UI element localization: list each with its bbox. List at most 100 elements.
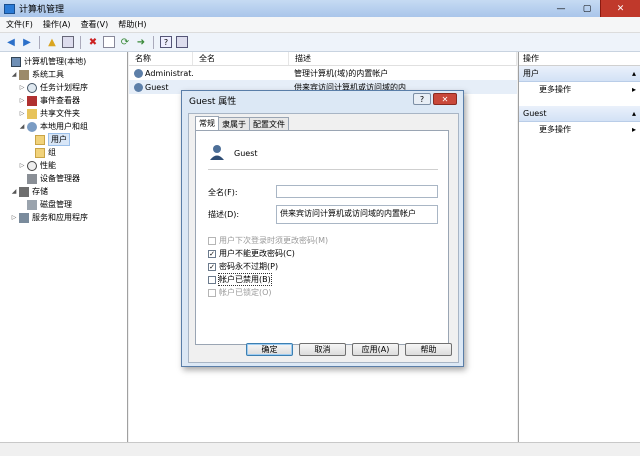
tab-general[interactable]: 常规 (195, 116, 219, 130)
tree-item-computer-management[interactable]: 计算机管理(本地) (0, 55, 127, 68)
refresh-icon[interactable]: ⟳ (119, 36, 131, 48)
window-controls: — ▢ ✕ (548, 0, 640, 17)
help-button[interactable]: 帮助 (405, 343, 452, 356)
tree-item-label: 磁盘管理 (40, 200, 72, 209)
expander[interactable]: ◢ (18, 123, 26, 130)
show-hide-tree-icon[interactable] (62, 36, 74, 48)
disk-icon (27, 199, 37, 210)
checkbox-cannot-change-password[interactable]: ✓ 用户不能更改密码(C) (208, 248, 295, 259)
tree-item-label: 组 (48, 148, 56, 157)
tree-item-shared-folders[interactable]: ▷ 共享文件夹 (0, 107, 127, 120)
expander[interactable]: ▷ (10, 214, 18, 221)
dialog-tabs: 常规 隶属于 配置文件 (195, 116, 289, 130)
checkbox-box[interactable] (208, 236, 216, 245)
tree-item-event-viewer[interactable]: ▷ 事件查看器 (0, 94, 127, 107)
column-header-fullname[interactable]: 全名 (193, 52, 289, 65)
expander[interactable]: ▷ (18, 84, 26, 91)
section-title: 用户 (523, 69, 539, 78)
fullname-input[interactable] (276, 185, 438, 198)
tree-item-label: 性能 (40, 161, 56, 170)
expander[interactable]: ▷ (18, 97, 26, 104)
divider (208, 169, 438, 170)
column-header-description[interactable]: 描述 (289, 52, 517, 65)
tree-item-groups[interactable]: 组 (0, 146, 127, 159)
tree-item-system-tools[interactable]: ◢ 系统工具 (0, 68, 127, 81)
expander[interactable]: ▷ (18, 110, 26, 117)
tree-item-users[interactable]: 用户 (0, 133, 127, 146)
column-header-name[interactable]: 名称 (129, 52, 193, 65)
actions-header: 操作 (519, 52, 640, 66)
forward-arrow-icon[interactable]: ▶ (21, 36, 33, 48)
properties-icon[interactable] (103, 36, 115, 48)
title-bar: 计算机管理 — ▢ ✕ (0, 0, 640, 17)
menu-file[interactable]: 文件(F) (6, 19, 33, 30)
menu-bar: 文件(F) 操作(A) 查看(V) 帮助(H) (0, 17, 640, 33)
fullname-label: 全名(F): (208, 188, 238, 197)
more-actions-users[interactable]: 更多操作 ▸ (519, 82, 640, 96)
toolbar-separator (153, 35, 154, 49)
help-icon[interactable]: ? (160, 36, 172, 48)
chevron-right-icon: ▸ (631, 84, 636, 94)
actions-pane: 操作 用户 ▴ 更多操作 ▸ Guest ▴ 更多操作 ▸ (518, 52, 640, 442)
checkbox-box[interactable] (208, 275, 216, 284)
export-list-icon[interactable]: ➜ (135, 36, 147, 48)
expander[interactable]: ◢ (10, 71, 18, 78)
menu-view[interactable]: 查看(V) (81, 19, 109, 30)
dialog-help-button[interactable]: ? (413, 93, 431, 105)
collapse-icon[interactable]: ▴ (632, 109, 636, 118)
cancel-button[interactable]: 取消 (299, 343, 346, 356)
list-item[interactable]: Administrat... 管理计算机(域)的内置帐户 (129, 66, 517, 80)
tab-profile[interactable]: 配置文件 (249, 117, 289, 130)
checkbox-box[interactable] (208, 288, 216, 297)
services-icon (19, 212, 29, 223)
checkbox-password-never-expires[interactable]: ✓ 密码永不过期(P) (208, 261, 278, 272)
delete-icon[interactable]: ✖ (87, 36, 99, 48)
checkbox-account-locked[interactable]: 帐户已锁定(O) (208, 287, 272, 298)
tree-item-label: 共享文件夹 (40, 109, 80, 118)
checkbox-must-change-password[interactable]: 用户下次登录时须更改密码(M) (208, 235, 328, 246)
tree-item-label: 设备管理器 (40, 174, 80, 183)
device-manager-icon (27, 173, 37, 184)
tree-item-device-manager[interactable]: 设备管理器 (0, 172, 127, 185)
menu-action[interactable]: 操作(A) (43, 19, 71, 30)
tree-item-task-scheduler[interactable]: ▷ 任务计划程序 (0, 81, 127, 94)
account-name: Guest (234, 149, 258, 158)
collapse-icon[interactable]: ▴ (632, 69, 636, 78)
performance-icon (27, 160, 37, 171)
actions-section-users[interactable]: 用户 ▴ (519, 66, 640, 82)
tree-item-performance[interactable]: ▷ 性能 (0, 159, 127, 172)
menu-help[interactable]: 帮助(H) (118, 19, 146, 30)
ok-button[interactable]: 确定 (246, 343, 293, 356)
up-folder-icon[interactable]: ▲ (46, 36, 58, 48)
mmc-icon[interactable] (176, 36, 188, 48)
expander[interactable]: ▷ (18, 162, 26, 169)
maximize-button[interactable]: ▢ (574, 0, 600, 17)
computer-management-icon (4, 3, 15, 14)
actions-section-guest[interactable]: Guest ▴ (519, 106, 640, 122)
close-button[interactable]: ✕ (600, 0, 640, 17)
tools-icon (19, 69, 29, 80)
description-label: 描述(D): (208, 210, 240, 219)
tree-item-local-users-groups[interactable]: ◢ 本地用户和组 (0, 120, 127, 133)
guest-properties-dialog: Guest 属性 ? ✕ 常规 隶属于 配置文件 Guest 全名(F): 描述… (181, 90, 464, 367)
tree-item-storage[interactable]: ◢ 存储 (0, 185, 127, 198)
checkbox-account-disabled[interactable]: 帐户已禁用(B) (208, 273, 272, 286)
folder-icon (35, 147, 45, 158)
tree-item-services-applications[interactable]: ▷ 服务和应用程序 (0, 211, 127, 224)
dialog-close-button[interactable]: ✕ (433, 93, 457, 105)
tab-member-of[interactable]: 隶属于 (218, 117, 250, 130)
apply-button[interactable]: 应用(A) (352, 343, 399, 356)
back-arrow-icon[interactable]: ◀ (5, 36, 17, 48)
description-input[interactable]: 供来宾访问计算机或访问域的内置帐户 (276, 205, 438, 224)
expander[interactable]: ◢ (10, 188, 18, 195)
minimize-button[interactable]: — (548, 0, 574, 17)
user-icon (210, 145, 224, 160)
tree-item-disk-management[interactable]: 磁盘管理 (0, 198, 127, 211)
checkbox-label: 帐户已锁定(O) (219, 288, 272, 297)
tree-item-label: 服务和应用程序 (32, 213, 88, 222)
checkbox-box[interactable]: ✓ (208, 262, 216, 271)
list-header: 名称 全名 描述 (129, 52, 517, 66)
toolbar-separator (80, 35, 81, 49)
more-actions-guest[interactable]: 更多操作 ▸ (519, 122, 640, 136)
checkbox-box[interactable]: ✓ (208, 249, 216, 258)
